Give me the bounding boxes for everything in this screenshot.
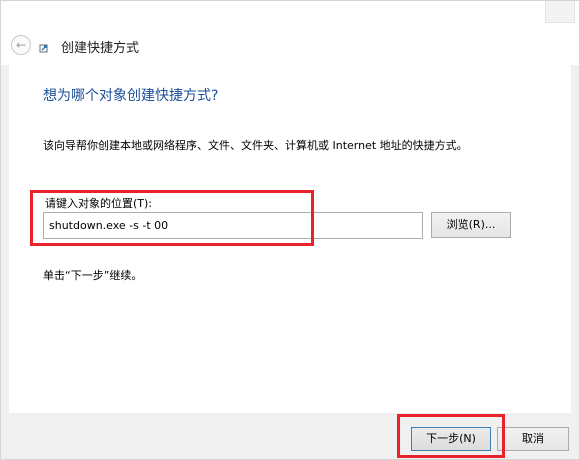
create-shortcut-window: ← 创建快捷方式 想为哪个对象创建快捷方式? 该向导帮你创建本地或网络程序、文件… bbox=[0, 0, 580, 460]
window-title: 创建快捷方式 bbox=[61, 41, 140, 56]
page-heading: 想为哪个对象创建快捷方式? bbox=[43, 88, 219, 104]
continue-hint: 单击“下一步”继续。 bbox=[43, 269, 143, 282]
shortcut-icon bbox=[39, 44, 48, 53]
close-button[interactable] bbox=[545, 1, 575, 23]
highlight-next-box bbox=[397, 414, 505, 458]
page-description: 该向导帮你创建本地或网络程序、文件、文件夹、计算机或 Internet 地址的快… bbox=[43, 139, 468, 152]
browse-button[interactable]: 浏览(R)... bbox=[431, 212, 511, 238]
title-bar: ← 创建快捷方式 bbox=[1, 1, 579, 65]
back-arrow-icon[interactable]: ← bbox=[11, 35, 31, 55]
highlight-location-box bbox=[30, 190, 314, 246]
cancel-button[interactable]: 取消 bbox=[497, 427, 569, 451]
